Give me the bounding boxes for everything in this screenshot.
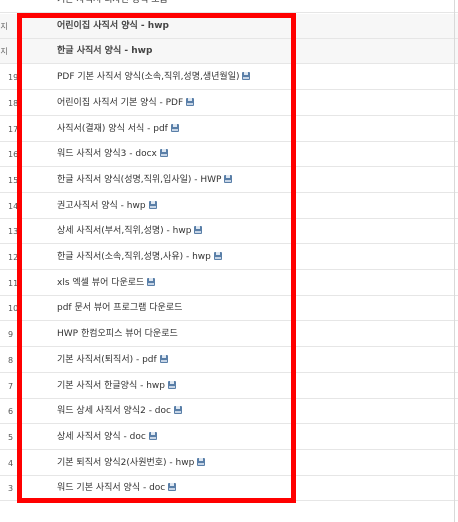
- post-number: 6: [8, 407, 14, 417]
- floppy-disk-icon: [242, 72, 251, 81]
- list-item[interactable]: 4 기본 퇴직서 양식2(사원번호) - hwp: [0, 451, 458, 476]
- post-number: 17: [8, 124, 19, 134]
- post-title-link[interactable]: 상세 사직서 양식 - doc: [57, 425, 157, 450]
- post-title-link[interactable]: xls 엑셀 뷰어 다운로드: [57, 271, 156, 296]
- floppy-disk-icon: [224, 174, 233, 183]
- post-title-link[interactable]: HWP 한컴오피스 뷰어 다운로드: [57, 322, 178, 347]
- post-title-text: HWP 한컴오피스 뷰어 다운로드: [57, 329, 178, 340]
- post-title-text: 워드 기본 사직서 양식 - doc: [57, 483, 166, 494]
- right-border: [454, 0, 455, 522]
- post-title-text: 기본 사직서 디자인 양식 모음: [57, 0, 168, 5]
- post-title-text: 한글 사직서 양식 - hwp: [57, 46, 153, 57]
- post-number: 18: [8, 98, 19, 108]
- post-title-text: 상세 사직서 양식 - doc: [57, 431, 146, 442]
- post-title-text: 상세 사직서(부서,직위,성명) - hwp: [57, 226, 192, 237]
- post-title-link[interactable]: 한글 사직서 양식 - hwp: [57, 39, 152, 64]
- post-number: 8: [8, 355, 14, 365]
- list-item[interactable]: 5 상세 사직서 양식 - doc: [0, 425, 458, 450]
- post-title-link[interactable]: 어린이집 사직서 기본 양식 - PDF: [57, 91, 195, 116]
- post-title-text: 워드 상세 사직서 양식2 - doc: [57, 406, 171, 417]
- list-item[interactable]: 16 워드 사직서 양식3 - docx: [0, 142, 458, 168]
- post-title-text: pdf 문서 뷰어 프로그램 다운로드: [57, 303, 183, 314]
- floppy-disk-icon: [148, 431, 157, 440]
- post-title-text: 기본 사직서(퇴직서) - pdf: [57, 354, 157, 365]
- notice-label: 공지: [0, 21, 8, 31]
- post-number: 5: [8, 432, 14, 442]
- floppy-disk-icon: [173, 406, 182, 415]
- post-title-link[interactable]: 권고사직서 양식 - hwp: [57, 194, 157, 219]
- post-number: 12: [8, 253, 19, 262]
- post-number: 14: [8, 201, 19, 211]
- list-item[interactable]: 12 한글 사직서(소속,직위,성명,사유) - hwp: [0, 245, 458, 270]
- post-title-text: 어린이집 사직서 양식 - hwp: [57, 20, 169, 31]
- list-item[interactable]: 18 어린이집 사직서 기본 양식 - PDF: [0, 91, 458, 116]
- post-title-text: 사직서(결재) 양식 서식 - pdf: [57, 123, 168, 134]
- post-number: 11: [8, 278, 19, 288]
- post-title-text: 기본 사직서 한글양식 - hwp: [57, 380, 165, 391]
- post-number: 10: [8, 304, 19, 314]
- notice-row[interactable]: 공지 한글 사직서 양식 - hwp: [0, 39, 458, 65]
- post-title-text: 한글 사직서 양식(성명,직위,입사일) - HWP: [57, 174, 222, 185]
- post-title-link[interactable]: 사직서(결재) 양식 서식 - pdf: [57, 117, 179, 142]
- post-title-link[interactable]: 기본 사직서 한글양식 - hwp: [57, 374, 176, 399]
- list-item[interactable]: 14 권고사직서 양식 - hwp: [0, 194, 458, 219]
- list-item[interactable]: 7 기본 사직서 한글양식 - hwp: [0, 374, 458, 399]
- post-title-link[interactable]: PDF 기본 사직서 양식(소속,직위,성명,생년월일): [57, 65, 251, 90]
- post-number: 16: [8, 150, 19, 160]
- post-title-link[interactable]: 기본 퇴직서 양식2(사원번호) - hwp: [57, 451, 206, 476]
- floppy-disk-icon: [159, 149, 168, 158]
- floppy-disk-icon: [194, 226, 203, 235]
- floppy-disk-icon: [213, 252, 222, 260]
- post-title-link[interactable]: 기본 사직서 디자인 양식 모음: [57, 0, 168, 13]
- floppy-disk-icon: [186, 97, 195, 106]
- post-title-text: 기본 퇴직서 양식2(사원번호) - hwp: [57, 457, 195, 468]
- post-title-link[interactable]: 워드 기본 사직서 양식 - doc: [57, 476, 177, 501]
- list-item[interactable]: 11 xls 엑셀 뷰어 다운로드: [0, 271, 458, 296]
- post-number: 4: [8, 458, 14, 468]
- floppy-disk-icon: [159, 354, 168, 363]
- list-item[interactable]: 9 HWP 한컴오피스 뷰어 다운로드: [0, 322, 458, 348]
- post-title-link[interactable]: pdf 문서 뷰어 프로그램 다운로드: [57, 296, 182, 321]
- notice-label: 공지: [0, 47, 8, 57]
- post-title-text: PDF 기본 사직서 양식(소속,직위,성명,생년월일): [57, 72, 240, 83]
- post-title-link[interactable]: 상세 사직서(부서,직위,성명) - hwp: [57, 219, 203, 244]
- list-item[interactable]: 13 상세 사직서(부서,직위,성명) - hwp: [0, 219, 458, 245]
- floppy-disk-icon: [148, 200, 157, 209]
- post-title-link[interactable]: 워드 상세 사직서 양식2 - doc: [57, 399, 182, 424]
- post-title-link[interactable]: 기본 사직서(퇴직서) - pdf: [57, 348, 168, 373]
- post-number: 15: [8, 175, 19, 185]
- list-item[interactable]: 10 pdf 문서 뷰어 프로그램 다운로드: [0, 296, 458, 322]
- post-title-link[interactable]: 어린이집 사직서 양식 - hwp: [57, 14, 169, 39]
- post-title-text: xls 엑셀 뷰어 다운로드: [57, 277, 145, 288]
- list-item[interactable]: 15 한글 사직서 양식(성명,직위,입사일) - HWP: [0, 168, 458, 193]
- floppy-disk-icon: [168, 380, 176, 389]
- list-item[interactable]: 3 워드 기본 사직서 양식 - doc: [0, 476, 458, 502]
- post-title-link[interactable]: 워드 사직서 양식3 - docx: [57, 142, 168, 167]
- floppy-disk-icon: [168, 483, 177, 492]
- post-number: 7: [8, 381, 14, 391]
- post-title-text: 권고사직서 양식 - hwp: [57, 200, 146, 211]
- floppy-disk-icon: [170, 123, 179, 132]
- list-item[interactable]: 17 사직서(결재) 양식 서식 - pdf: [0, 117, 458, 142]
- post-number: 13: [8, 227, 19, 237]
- post-title-text: 워드 사직서 양식3 - docx: [57, 149, 157, 160]
- list-item[interactable]: 6 워드 상세 사직서 양식2 - doc: [0, 399, 458, 425]
- post-number: 3: [8, 484, 14, 494]
- post-list: 기본 사직서 디자인 양식 모음공지어린이집 사직서 양식 - hwp공지한글 …: [0, 0, 458, 522]
- post-title-link[interactable]: 한글 사직서 양식(성명,직위,입사일) - HWP: [57, 168, 233, 193]
- post-title-text: 어린이집 사직서 기본 양식 - PDF: [57, 97, 184, 108]
- post-title-text: 한글 사직서(소속,직위,성명,사유) - hwp: [57, 252, 211, 262]
- floppy-disk-icon: [197, 457, 206, 466]
- list-item[interactable]: 8 기본 사직서(퇴직서) - pdf: [0, 348, 458, 373]
- list-item[interactable]: 19 PDF 기본 사직서 양식(소속,직위,성명,생년월일): [0, 65, 458, 91]
- floppy-disk-icon: [147, 277, 156, 286]
- post-title-link[interactable]: 한글 사직서(소속,직위,성명,사유) - hwp: [57, 245, 222, 270]
- list-item[interactable]: 기본 사직서 디자인 양식 모음: [0, 0, 458, 13]
- notice-row[interactable]: 공지 어린이집 사직서 양식 - hwp: [0, 13, 458, 39]
- post-number: 19: [8, 73, 19, 83]
- post-number: 9: [8, 330, 14, 340]
